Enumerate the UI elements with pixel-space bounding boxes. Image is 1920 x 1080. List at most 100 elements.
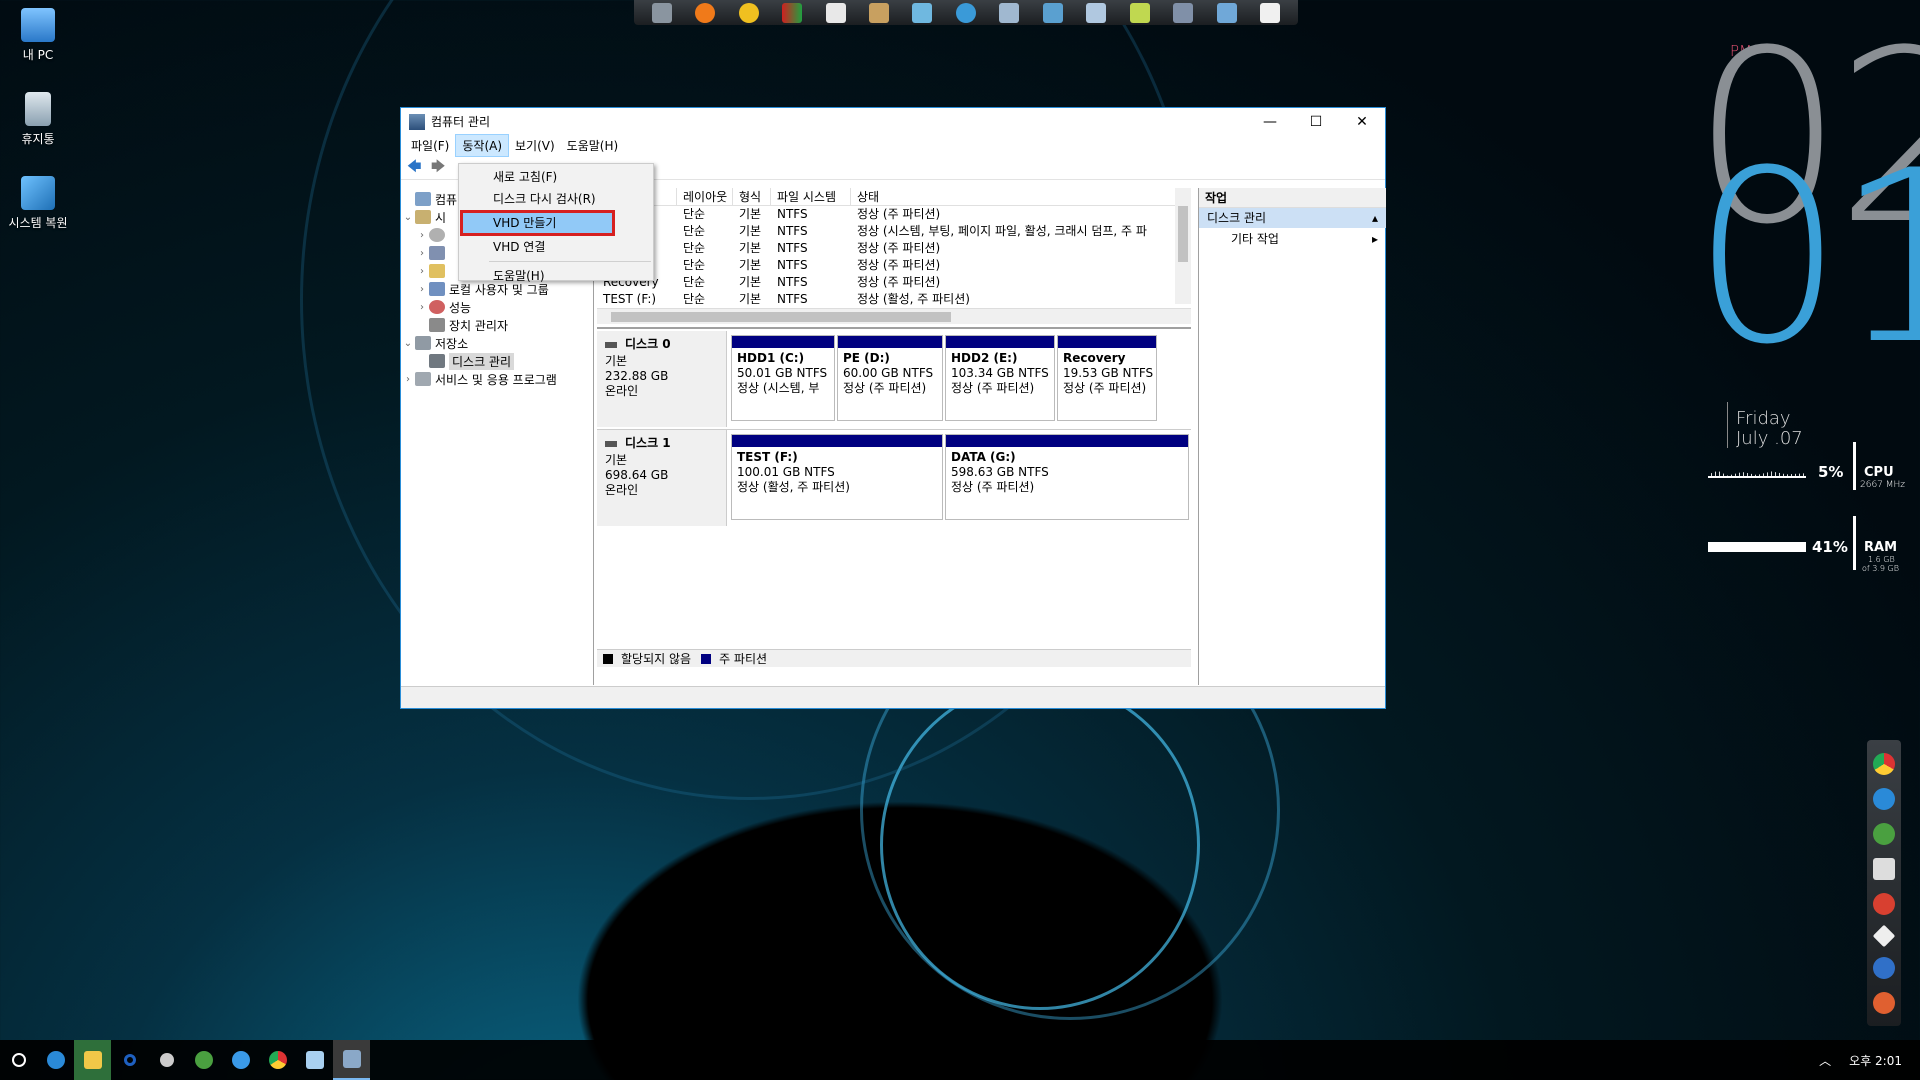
chevron-up-icon[interactable]: ︿ [1819, 1052, 1831, 1069]
gear-icon[interactable] [955, 2, 976, 23]
start-button[interactable] [0, 1040, 37, 1080]
menu-item-rescan-disks[interactable]: 디스크 다시 검사(R) [459, 188, 653, 210]
menu-item-help[interactable]: 도움말(H) [459, 265, 653, 287]
table-row[interactable]: TEST (F:) 단순 기본 NTFS 정상 (활성, 주 파티션) [597, 291, 1191, 308]
partition-hdd2[interactable]: HDD2 (E:) 103.34 GB NTFS 정상 (주 파티션) [945, 335, 1055, 421]
maximize-button[interactable]: ☐ [1293, 108, 1339, 135]
desktop-icon-my-pc[interactable]: 내 PC [0, 8, 76, 63]
system-restore-icon [21, 176, 55, 210]
partition-recovery[interactable]: Recovery 19.53 GB NTFS 정상 (주 파티션) [1057, 335, 1157, 421]
menu-item-attach-vhd[interactable]: VHD 연결 [459, 236, 653, 258]
cell-filesystem: NTFS [777, 258, 808, 272]
back-arrow-icon[interactable]: 🡄 [407, 160, 425, 174]
bookmark-icon[interactable] [912, 2, 933, 23]
column-header-filesystem[interactable]: 파일 시스템 [771, 188, 851, 205]
menu-item-create-vhd[interactable]: VHD 만들기 [460, 210, 615, 236]
warning-app-icon[interactable] [738, 2, 759, 23]
tree-item-device-manager[interactable]: 장치 관리자 [401, 316, 593, 334]
orange-app-icon[interactable] [1873, 991, 1895, 1014]
blue-app-icon[interactable] [1873, 956, 1895, 979]
tree-item-storage[interactable]: ⌄ 저장소 [401, 334, 593, 352]
partition-test[interactable]: TEST (F:) 100.01 GB NTFS 정상 (활성, 주 파티션) [731, 434, 943, 520]
chevron-down-icon[interactable]: ⌄ [401, 212, 415, 223]
taskbar-ie[interactable] [222, 1040, 259, 1080]
chrome-icon[interactable] [1873, 752, 1895, 775]
chevron-down-icon[interactable]: ⌄ [401, 338, 415, 349]
mixed-color-app-icon[interactable] [782, 2, 803, 23]
printer-icon[interactable] [651, 2, 672, 23]
desktop-icon-recycle-bin[interactable]: 휴지통 [0, 92, 76, 147]
internet-explorer-icon[interactable] [1873, 787, 1895, 810]
monitor-icon[interactable] [1042, 2, 1063, 23]
taskbar-app-o[interactable] [111, 1040, 148, 1080]
taskbar-computer-management[interactable] [333, 1040, 370, 1080]
forward-arrow-icon[interactable]: 🡆 [431, 160, 449, 174]
tree-item-performance[interactable]: › 성능 [401, 298, 593, 316]
taskbar-explorer[interactable] [74, 1040, 111, 1080]
menu-help[interactable]: 도움말(H) [561, 135, 625, 156]
column-header-type[interactable]: 형식 [733, 188, 771, 205]
column-header-status[interactable]: 상태 [851, 188, 1191, 205]
clover-icon[interactable] [1873, 822, 1895, 845]
computer-icon[interactable] [999, 2, 1020, 23]
chevron-right-icon[interactable]: › [415, 248, 429, 259]
menu-view[interactable]: 보기(V) [509, 135, 561, 156]
chevron-right-icon[interactable]: › [415, 284, 429, 295]
taskbar-notepad[interactable] [296, 1040, 333, 1080]
column-header-layout[interactable]: 레이아웃 [677, 188, 733, 205]
tree-item-services[interactable]: › 서비스 및 응용 프로그램 [401, 370, 593, 388]
menu-file[interactable]: 파일(F) [405, 135, 455, 156]
calendar-icon[interactable] [1260, 2, 1281, 23]
table-row[interactable]: (E:) 단순 기본 NTFS 정상 (주 파티션) [597, 240, 1191, 257]
wrench-icon[interactable] [1216, 2, 1237, 23]
diamond-icon[interactable] [1872, 924, 1896, 947]
chevron-right-icon[interactable]: › [401, 374, 415, 385]
close-button[interactable]: ✕ [1339, 108, 1385, 135]
action-more[interactable]: 기타 작업 ▸ [1199, 228, 1386, 250]
scrollbar-thumb[interactable] [1178, 206, 1188, 262]
minimize-button[interactable]: — [1247, 108, 1293, 135]
actions-section-disk-management[interactable]: 디스크 관리 ▴ [1199, 208, 1386, 228]
collapse-icon[interactable]: ▴ [1372, 208, 1378, 228]
document-icon[interactable] [825, 2, 846, 23]
desktop-icon-system-restore[interactable]: 시스템 복원 [0, 176, 76, 231]
taskbar-edge[interactable] [37, 1040, 74, 1080]
legend-primary: 주 파티션 [719, 651, 768, 666]
disk-0-label[interactable]: 디스크 0 기본 232.88 GB 온라인 [597, 331, 727, 427]
table-row[interactable]: (C:) 단순 기본 NTFS 정상 (시스템, 부팅, 페이지 파일, 활성,… [597, 223, 1191, 240]
on-app-icon[interactable] [695, 2, 716, 23]
table-row[interactable]: 단순 기본 NTFS 정상 (주 파티션) [597, 257, 1191, 274]
partition-pe[interactable]: PE (D:) 60.00 GB NTFS 정상 (주 파티션) [837, 335, 943, 421]
action-context-menu: 새로 고침(F) 디스크 다시 검사(R) VHD 만들기 VHD 연결 도움말… [458, 163, 654, 283]
cell-layout: 단순 [683, 275, 706, 289]
tree-item-disk-management[interactable]: 디스크 관리 [401, 352, 593, 370]
user-icon[interactable] [1173, 2, 1194, 23]
storage-icon [415, 336, 431, 350]
partition-size: 60.00 GB NTFS [843, 366, 934, 380]
vertical-scrollbar[interactable] [1175, 188, 1191, 304]
scrollbar-thumb[interactable] [611, 312, 951, 322]
horizontal-scrollbar[interactable] [597, 308, 1191, 324]
menu-item-refresh[interactable]: 새로 고침(F) [459, 166, 653, 188]
display-icon[interactable] [1873, 857, 1895, 880]
disk-size: 698.64 GB [605, 468, 669, 482]
red-app-icon[interactable] [1873, 892, 1895, 915]
taskbar-settings[interactable] [148, 1040, 185, 1080]
tray-clock[interactable]: 오후 2:01 [1849, 1052, 1902, 1069]
menu-action[interactable]: 동작(A) [455, 133, 510, 157]
table-row[interactable]: Recovery 단순 기본 NTFS 정상 (주 파티션) [597, 274, 1191, 291]
pen-icon[interactable] [1129, 2, 1150, 23]
taskbar-clover[interactable] [185, 1040, 222, 1080]
disk-1-label[interactable]: 디스크 1 기본 698.64 GB 온라인 [597, 430, 727, 526]
disk-management-pane: 레이아웃 형식 파일 시스템 상태 (G:) 단순 기본 NTFS 정상 (주 … [597, 188, 1191, 685]
tools-icon[interactable] [868, 2, 889, 23]
table-row[interactable]: (G:) 단순 기본 NTFS 정상 (주 파티션) [597, 206, 1191, 223]
chevron-right-icon[interactable]: › [415, 266, 429, 277]
chevron-right-icon[interactable]: › [415, 230, 429, 241]
partition-hdd1[interactable]: HDD1 (C:) 50.01 GB NTFS 정상 (시스템, 부 [731, 335, 835, 421]
chevron-right-icon[interactable]: › [415, 302, 429, 313]
partition-data[interactable]: DATA (G:) 598.63 GB NTFS 정상 (주 파티션) [945, 434, 1189, 520]
title-bar[interactable]: 컴퓨터 관리 — ☐ ✕ [401, 108, 1385, 135]
network-icon[interactable] [1086, 2, 1107, 23]
taskbar-chrome[interactable] [259, 1040, 296, 1080]
